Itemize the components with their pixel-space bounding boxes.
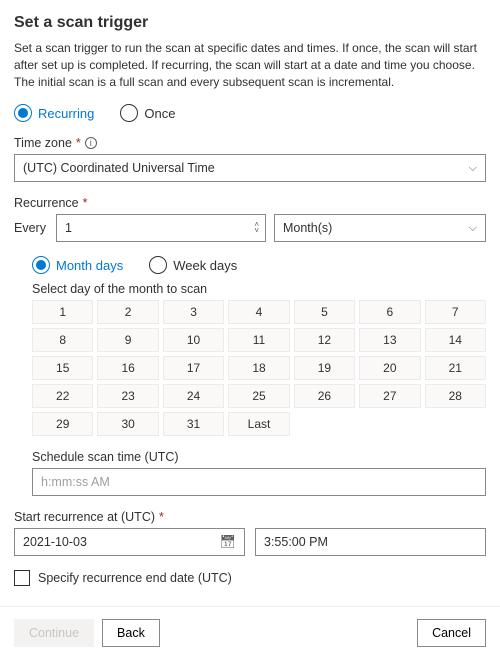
day-cell[interactable]: 11	[228, 328, 289, 352]
day-cell[interactable]: 28	[425, 384, 486, 408]
radio-icon	[120, 104, 138, 122]
day-cell[interactable]: 4	[228, 300, 289, 324]
end-date-checkbox-label: Specify recurrence end date (UTC)	[38, 571, 232, 585]
recurrence-unit-value: Month(s)	[283, 221, 332, 235]
trigger-type-once-radio[interactable]: Once	[120, 104, 175, 122]
month-days-radio[interactable]: Month days	[32, 256, 123, 274]
radio-icon	[149, 256, 167, 274]
spinner-down-icon[interactable]: ˅	[254, 228, 259, 234]
start-date-input[interactable]: 2021-10-03 📅︎	[14, 528, 245, 556]
start-time-value: 3:55:00 PM	[264, 535, 328, 549]
day-cell[interactable]: 20	[359, 356, 420, 380]
day-cell[interactable]: 13	[359, 328, 420, 352]
every-value: 1	[65, 221, 72, 235]
day-cell[interactable]: 2	[97, 300, 158, 324]
day-cell[interactable]: 16	[97, 356, 158, 380]
radio-icon	[14, 104, 32, 122]
every-label: Every	[14, 221, 48, 235]
radio-label: Month days	[56, 258, 123, 273]
end-date-checkbox[interactable]	[14, 570, 30, 586]
trigger-type-recurring-radio[interactable]: Recurring	[14, 104, 94, 122]
radio-label: Recurring	[38, 106, 94, 121]
chevron-down-icon: ⌵	[469, 162, 477, 175]
day-cell[interactable]: 3	[163, 300, 224, 324]
day-cell[interactable]: 21	[425, 356, 486, 380]
day-cell[interactable]: 24	[163, 384, 224, 408]
day-cell[interactable]: 18	[228, 356, 289, 380]
day-cell[interactable]: 15	[32, 356, 93, 380]
start-time-input[interactable]: 3:55:00 PM	[255, 528, 486, 556]
radio-label: Once	[144, 106, 175, 121]
day-cell[interactable]: 8	[32, 328, 93, 352]
chevron-down-icon: ⌵	[469, 222, 477, 235]
day-cell[interactable]: 30	[97, 412, 158, 436]
recurrence-label: Recurrence*	[14, 196, 486, 210]
every-value-spinner[interactable]: 1 ˄ ˅	[56, 214, 266, 242]
day-cell[interactable]: 25	[228, 384, 289, 408]
back-button[interactable]: Back	[102, 619, 160, 647]
page-title: Set a scan trigger	[14, 14, 486, 32]
timezone-select[interactable]: (UTC) Coordinated Universal Time ⌵	[14, 154, 486, 182]
start-date-value: 2021-10-03	[23, 535, 87, 549]
continue-button: Continue	[14, 619, 94, 647]
day-cell[interactable]: 14	[425, 328, 486, 352]
start-recurrence-label: Start recurrence at (UTC)*	[14, 510, 486, 524]
schedule-time-input[interactable]: h:mm:ss AM	[32, 468, 486, 496]
day-cell[interactable]: 23	[97, 384, 158, 408]
select-day-label: Select day of the month to scan	[32, 282, 486, 296]
day-cell[interactable]: 29	[32, 412, 93, 436]
info-icon[interactable]: i	[85, 137, 97, 149]
schedule-time-label: Schedule scan time (UTC)	[32, 450, 486, 464]
day-cell[interactable]: 7	[425, 300, 486, 324]
day-cell[interactable]: 10	[163, 328, 224, 352]
radio-icon	[32, 256, 50, 274]
day-cell[interactable]: 19	[294, 356, 355, 380]
day-cell[interactable]: 26	[294, 384, 355, 408]
day-cell[interactable]: 27	[359, 384, 420, 408]
page-description: Set a scan trigger to run the scan at sp…	[14, 40, 486, 90]
day-cell[interactable]: 22	[32, 384, 93, 408]
day-cell[interactable]: 1	[32, 300, 93, 324]
schedule-time-placeholder: h:mm:ss AM	[41, 475, 110, 489]
cancel-button[interactable]: Cancel	[417, 619, 486, 647]
timezone-value: (UTC) Coordinated Universal Time	[23, 161, 215, 175]
calendar-icon[interactable]: 📅︎	[219, 534, 236, 550]
day-cell[interactable]: 17	[163, 356, 224, 380]
day-cell[interactable]: 5	[294, 300, 355, 324]
day-cell[interactable]: 31	[163, 412, 224, 436]
radio-label: Week days	[173, 258, 237, 273]
day-cell[interactable]: 9	[97, 328, 158, 352]
day-cell[interactable]: 6	[359, 300, 420, 324]
recurrence-unit-select[interactable]: Month(s) ⌵	[274, 214, 486, 242]
day-cell[interactable]: 12	[294, 328, 355, 352]
timezone-label: Time zone* i	[14, 136, 486, 150]
week-days-radio[interactable]: Week days	[149, 256, 237, 274]
day-of-month-grid: 1234567891011121314151617181920212223242…	[32, 300, 486, 436]
day-cell[interactable]: Last	[228, 412, 289, 436]
